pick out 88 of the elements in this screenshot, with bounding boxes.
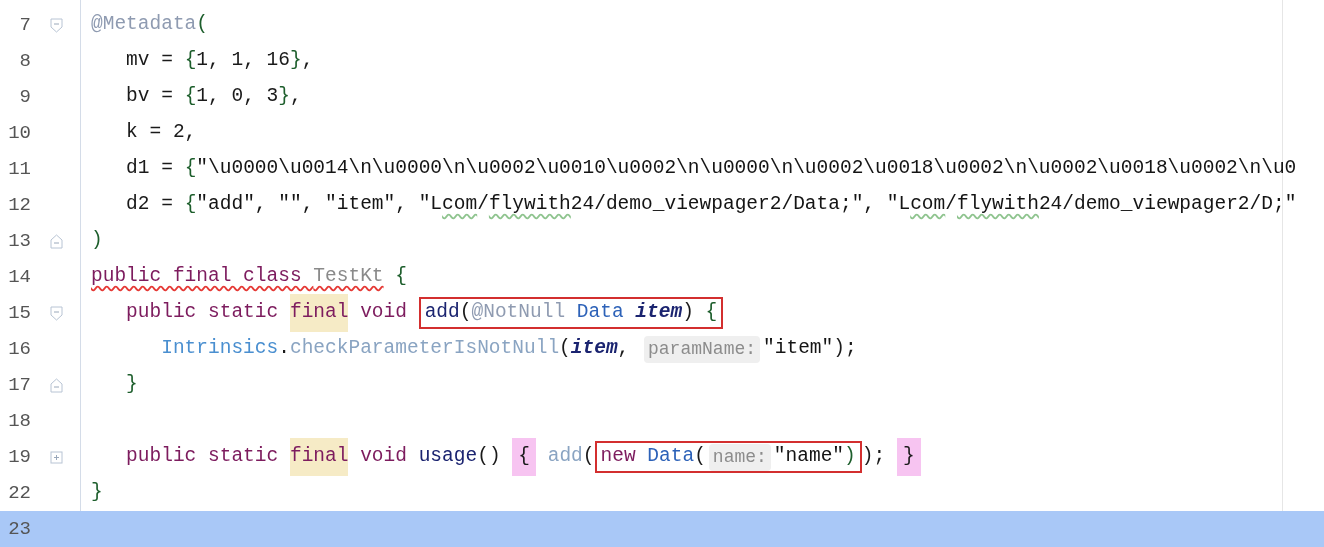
bracket: { [184, 48, 197, 74]
line-number: 19 [7, 444, 31, 470]
bracket: { [184, 156, 197, 182]
line-number: 12 [7, 192, 31, 218]
type-name: Data [647, 444, 695, 470]
keyword: public static [125, 300, 280, 326]
string-literal: "name" [773, 444, 845, 470]
bracket: { [184, 84, 197, 110]
string-literal: "item" [763, 336, 834, 362]
line-number: 13 [7, 228, 31, 254]
fold-icon[interactable] [49, 17, 63, 33]
bracket: } [289, 48, 302, 74]
method-call: add [546, 444, 583, 470]
line-number: 16 [7, 336, 31, 362]
string-literal: 24/demo_viewpager2/Data;", "L [570, 192, 911, 218]
code-text: ); [861, 444, 887, 470]
code-text: ( [694, 444, 706, 470]
method-name: usage [418, 444, 478, 470]
code-text: , [617, 336, 631, 362]
code-text: bv = [125, 84, 174, 110]
code-text: mv = [125, 48, 174, 74]
line-number: 11 [7, 156, 31, 182]
keyword: final [289, 294, 349, 332]
keyword: final [289, 438, 349, 476]
code-text: 1, 1, 16 [196, 48, 290, 74]
bracket: } [278, 84, 290, 110]
annotation: @NotNull [471, 300, 567, 326]
method-call: checkParameterIsNotNull [289, 336, 560, 362]
bracket: } [91, 480, 103, 506]
line-number: 15 [7, 300, 31, 326]
line-number: 9 [18, 84, 31, 110]
keyword: public final class [91, 264, 303, 290]
line-number: 8 [18, 48, 31, 74]
string-literal: com [910, 192, 946, 218]
line-number: 10 [7, 120, 31, 146]
parameter-hint: name: [708, 443, 771, 471]
string-literal: / [477, 192, 489, 218]
string-literal: / [945, 192, 957, 218]
string-literal: "\u0000\u0014\n\u0000\n\u0002\u0010\u0002\n\u0000\n\u0002\u0018\u0002\n\u0002\u0018\u0002\n\u0 [196, 156, 1297, 182]
bracket: ( [196, 12, 209, 38]
code-text: ) [682, 300, 695, 326]
string-literal: com [442, 192, 478, 218]
bracket: ) [844, 444, 856, 470]
code-text: ( [559, 336, 571, 362]
fold-icon[interactable] [49, 305, 63, 321]
unfold-icon[interactable] [49, 377, 63, 393]
string-literal: 24/demo_viewpager2/D;" [1038, 192, 1297, 218]
class-name: TestKt [313, 264, 384, 290]
bracket: { [184, 192, 197, 218]
parameter-name: item [570, 336, 618, 362]
code-text: , [301, 48, 314, 74]
keyword: void [359, 444, 408, 470]
code-text: () [477, 444, 502, 470]
code-text: 1, 0, 3 [196, 84, 279, 110]
string-literal: flywith [957, 192, 1039, 218]
line-number: 22 [7, 480, 31, 506]
code-text: } [896, 438, 921, 476]
code-text: ( [582, 444, 595, 470]
expand-icon[interactable] [49, 450, 63, 464]
keyword: public static [125, 444, 280, 470]
code-text: ); [833, 336, 857, 362]
parameter-name: item [635, 300, 683, 326]
code-text: . [278, 336, 290, 362]
string-literal: flywith [488, 192, 571, 218]
line-number: 18 [7, 408, 31, 434]
line-number: 7 [18, 12, 31, 38]
method-name: add [424, 300, 460, 326]
code-text: k = 2, [125, 120, 197, 146]
parameter-hint: paramName: [644, 335, 761, 363]
unfold-icon[interactable] [49, 233, 63, 249]
code-text: { [512, 438, 536, 476]
keyword: void [359, 300, 408, 326]
bracket: ) [91, 228, 103, 254]
code-text: d1 = [125, 156, 174, 182]
line-number: 17 [7, 372, 31, 398]
string-literal: "add", "", "item", "L [196, 192, 443, 218]
line-number: 23 [7, 516, 31, 542]
type-name: Data [576, 300, 625, 326]
bracket: { [394, 264, 407, 290]
code-text: d2 = [125, 192, 174, 218]
annotation: @Metadata [91, 12, 197, 38]
class-reference: Intrinsics [160, 336, 279, 362]
code-text: , [289, 84, 302, 110]
bracket: } [125, 372, 138, 398]
code-text: ( [459, 300, 472, 326]
bracket: { [705, 300, 718, 326]
line-number: 14 [7, 264, 31, 290]
keyword: new [600, 444, 637, 470]
